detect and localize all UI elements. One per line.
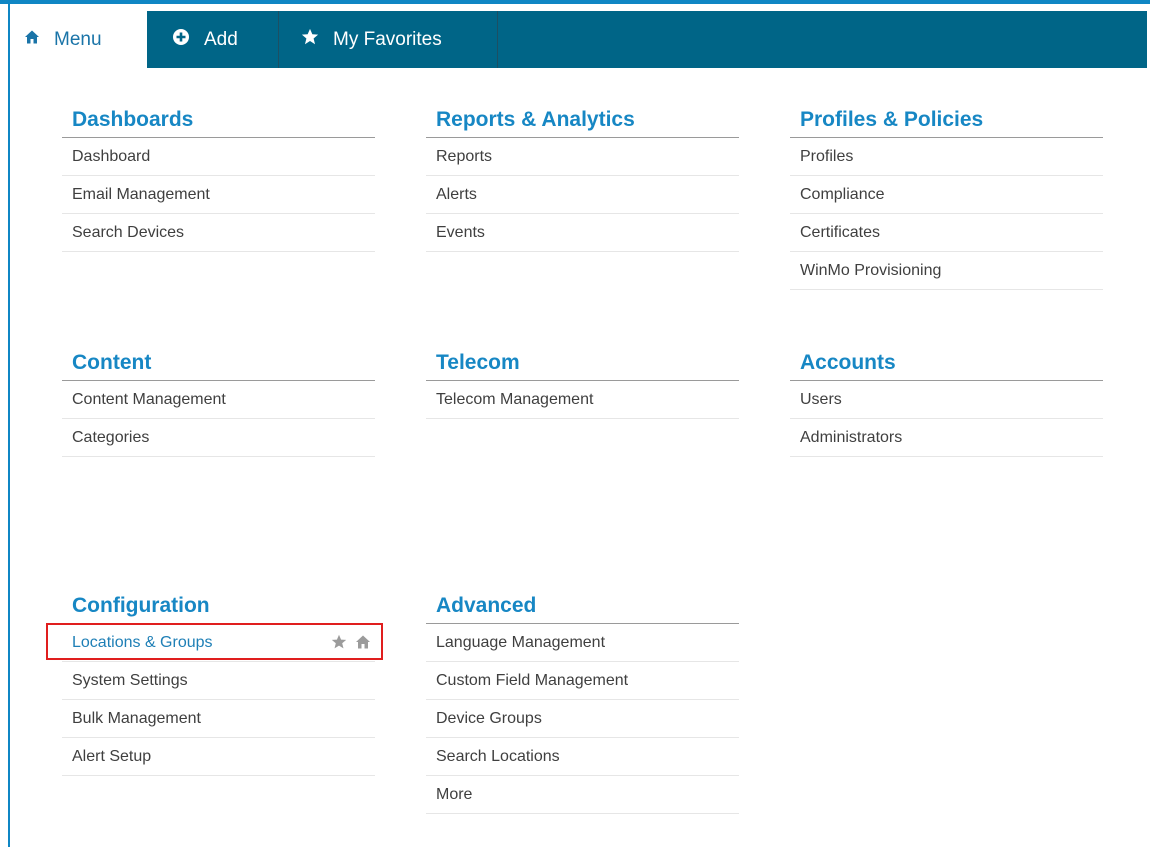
- star-icon: [301, 28, 319, 52]
- menu-item-certificates[interactable]: Certificates: [790, 214, 1103, 252]
- highlight-box: [46, 623, 383, 660]
- plus-circle-icon: [172, 28, 190, 52]
- menu-item-winmo-provisioning[interactable]: WinMo Provisioning: [790, 252, 1103, 290]
- menu-item-events[interactable]: Events: [426, 214, 739, 252]
- section-title: Profiles & Policies: [790, 98, 1103, 138]
- menu-item-search-devices[interactable]: Search Devices: [62, 214, 375, 252]
- home-icon: [24, 29, 40, 51]
- section-title: Dashboards: [62, 98, 375, 138]
- menu-item-reports[interactable]: Reports: [426, 138, 739, 176]
- section-title: Content: [62, 341, 375, 381]
- section-advanced: Advanced Language Management Custom Fiel…: [426, 584, 739, 814]
- menu-item-categories[interactable]: Categories: [62, 419, 375, 457]
- tab-add-label: Add: [204, 28, 238, 50]
- menu-item-alert-setup[interactable]: Alert Setup: [62, 738, 375, 776]
- menu-item-bulk-management[interactable]: Bulk Management: [62, 700, 375, 738]
- tab-my-favorites-label: My Favorites: [333, 28, 442, 50]
- section-title: Reports & Analytics: [426, 98, 739, 138]
- menu-item-more[interactable]: More: [426, 776, 739, 814]
- menu-item-email-management[interactable]: Email Management: [62, 176, 375, 214]
- section-title: Telecom: [426, 341, 739, 381]
- menu-item-dashboard[interactable]: Dashboard: [62, 138, 375, 176]
- section-title: Advanced: [426, 584, 739, 624]
- section-title: Accounts: [790, 341, 1103, 381]
- tab-my-favorites[interactable]: My Favorites: [279, 11, 498, 68]
- menu-page: Menu Add My Favorites Dashboards Dashboa…: [0, 0, 1150, 847]
- tab-add[interactable]: Add: [147, 11, 279, 68]
- section-content: Content Content Management Categories: [62, 341, 375, 457]
- menu-item-telecom-management[interactable]: Telecom Management: [426, 381, 739, 419]
- menu-item-alerts[interactable]: Alerts: [426, 176, 739, 214]
- menu-item-system-settings[interactable]: System Settings: [62, 662, 375, 700]
- menu-item-compliance[interactable]: Compliance: [790, 176, 1103, 214]
- menu-item-language-management[interactable]: Language Management: [426, 624, 739, 662]
- menu-item-content-management[interactable]: Content Management: [62, 381, 375, 419]
- section-reports-analytics: Reports & Analytics Reports Alerts Event…: [426, 98, 739, 252]
- left-border: [8, 4, 10, 847]
- section-title: Configuration: [62, 584, 375, 624]
- section-configuration: Configuration Locations & Groups System …: [62, 584, 375, 776]
- menu-item-search-locations[interactable]: Search Locations: [426, 738, 739, 776]
- menu-item-profiles[interactable]: Profiles: [790, 138, 1103, 176]
- section-accounts: Accounts Users Administrators: [790, 341, 1103, 457]
- menu-item-administrators[interactable]: Administrators: [790, 419, 1103, 457]
- menu-item-custom-field-management[interactable]: Custom Field Management: [426, 662, 739, 700]
- section-profiles-policies: Profiles & Policies Profiles Compliance …: [790, 98, 1103, 290]
- tab-menu[interactable]: Menu: [10, 11, 147, 68]
- section-dashboards: Dashboards Dashboard Email Management Se…: [62, 98, 375, 252]
- menu-item-device-groups[interactable]: Device Groups: [426, 700, 739, 738]
- tab-menu-label: Menu: [54, 28, 102, 50]
- section-telecom: Telecom Telecom Management: [426, 341, 739, 419]
- top-border: [0, 0, 1150, 4]
- menu-item-users[interactable]: Users: [790, 381, 1103, 419]
- top-navigation-bar: Menu Add My Favorites: [10, 11, 1147, 68]
